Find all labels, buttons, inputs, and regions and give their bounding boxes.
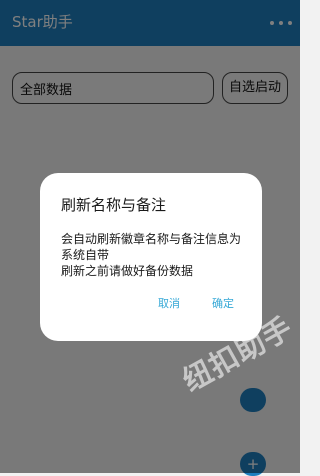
confirm-button[interactable]: 确定 xyxy=(212,296,234,312)
dialog-title: 刷新名称与备注 xyxy=(61,196,167,214)
dialog-message: 会自动刷新徽章名称与备注信息为系统自带 刷新之前请做好备份数据 xyxy=(61,232,242,278)
cancel-button[interactable]: 取消 xyxy=(158,296,180,312)
refresh-dialog: 刷新名称与备注 会自动刷新徽章名称与备注信息为系统自带 刷新之前请做好备份数据 … xyxy=(40,173,262,341)
